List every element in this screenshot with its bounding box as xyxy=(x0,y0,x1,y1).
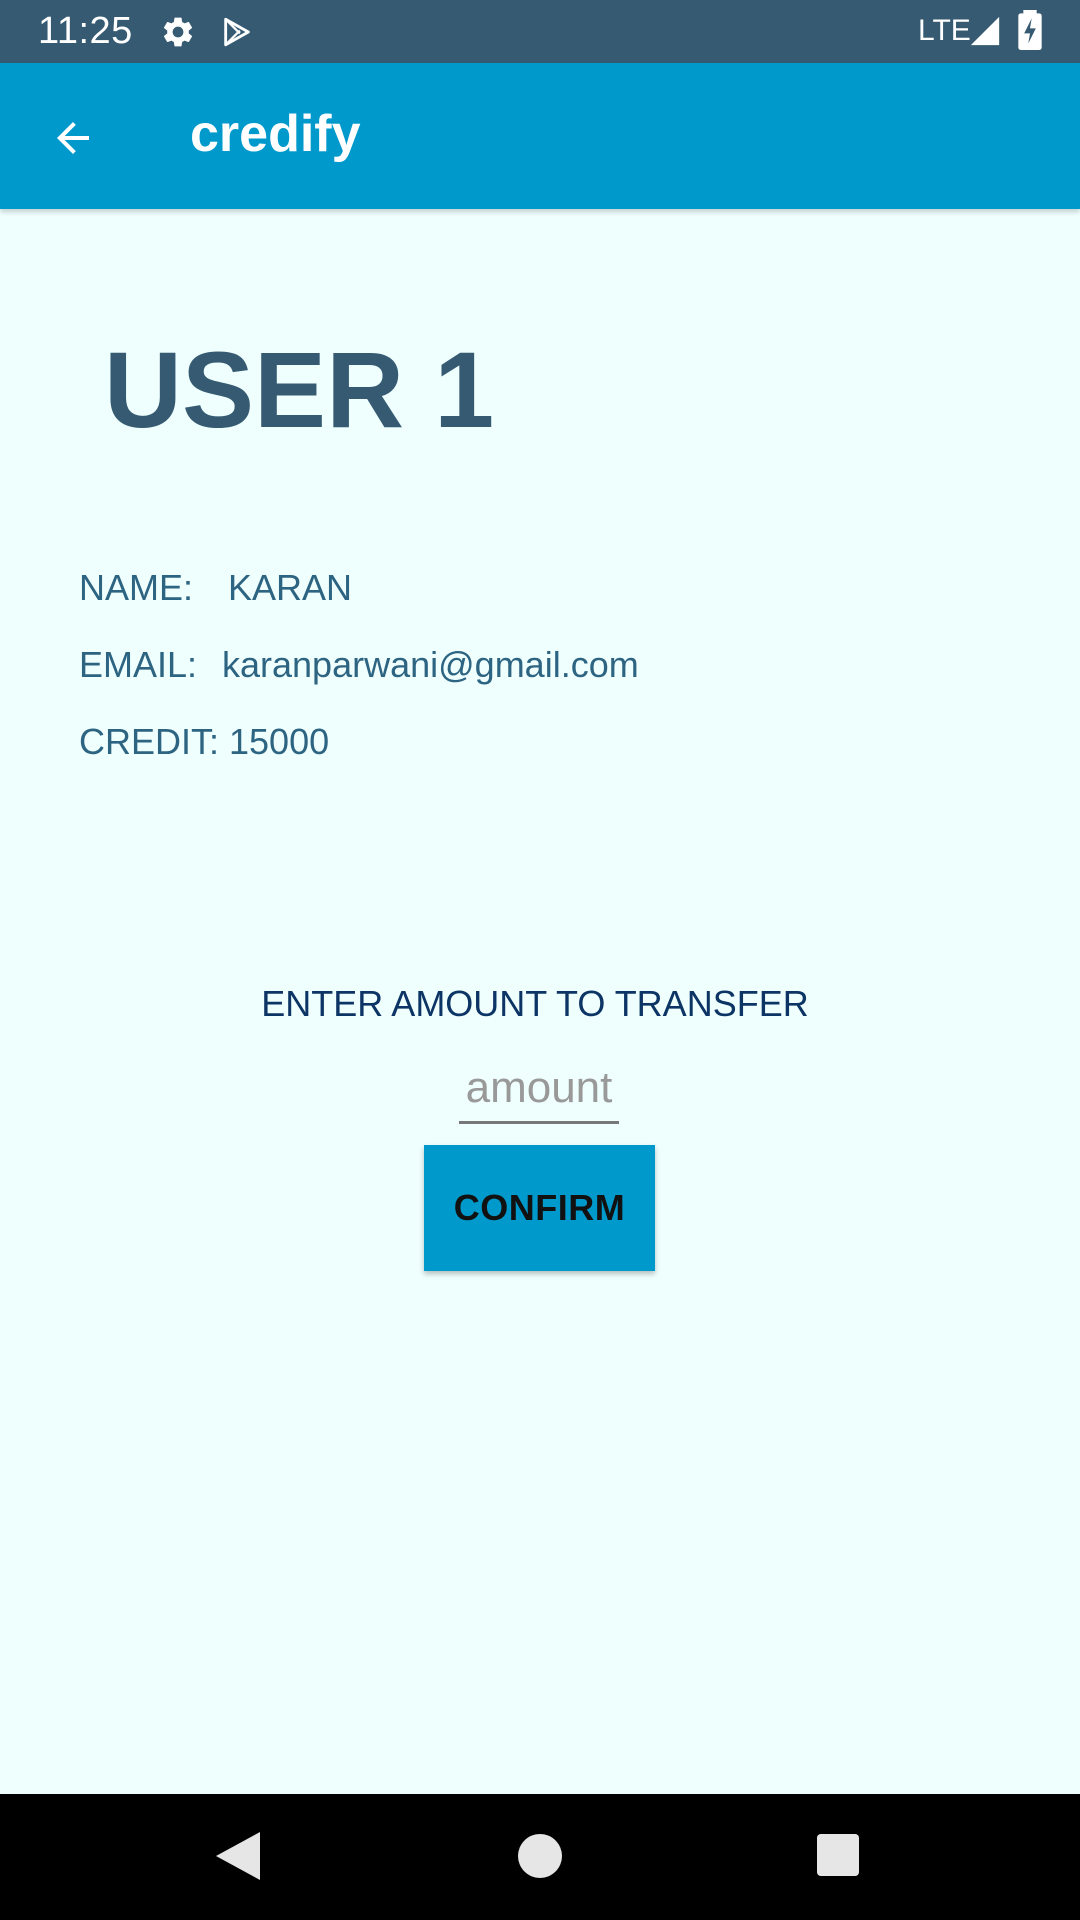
arrow-left-icon xyxy=(57,122,89,154)
email-label: EMAIL: xyxy=(79,644,198,685)
nav-back-icon[interactable] xyxy=(216,1832,260,1880)
app-bar: credify xyxy=(0,63,1080,209)
battery-icon xyxy=(1018,10,1042,50)
screen: 11:25 LTE credify USER 1 NAME: KARAN EMA… xyxy=(0,0,1080,1920)
credit-label: CREDIT: xyxy=(79,721,220,762)
credit-row: CREDIT: 15000 xyxy=(79,720,329,764)
user-heading: USER 1 xyxy=(104,329,495,450)
nav-home-icon[interactable] xyxy=(518,1834,562,1878)
confirm-button[interactable]: CONFIRM xyxy=(424,1145,655,1271)
app-title: credify xyxy=(190,105,361,163)
network-type: LTE xyxy=(918,14,971,47)
status-time: 11:25 xyxy=(38,10,133,52)
transfer-label: ENTER AMOUNT TO TRANSFER xyxy=(261,983,809,1024)
play-store-icon xyxy=(224,17,250,47)
back-button[interactable] xyxy=(30,95,116,181)
nav-recent-icon[interactable] xyxy=(817,1834,859,1876)
name-label: NAME: xyxy=(79,567,194,608)
name-row: NAME: KARAN xyxy=(79,566,352,610)
name-value: KARAN xyxy=(228,567,353,608)
amount-input[interactable] xyxy=(459,1055,619,1124)
credit-value: 15000 xyxy=(229,721,330,762)
gear-icon xyxy=(163,17,193,47)
status-bar: 11:25 LTE xyxy=(0,0,1080,63)
email-row: EMAIL: karanparwani@gmail.com xyxy=(79,643,639,687)
signal-icon xyxy=(970,16,1000,46)
navigation-bar xyxy=(0,1794,1080,1920)
email-value: karanparwani@gmail.com xyxy=(222,644,639,685)
